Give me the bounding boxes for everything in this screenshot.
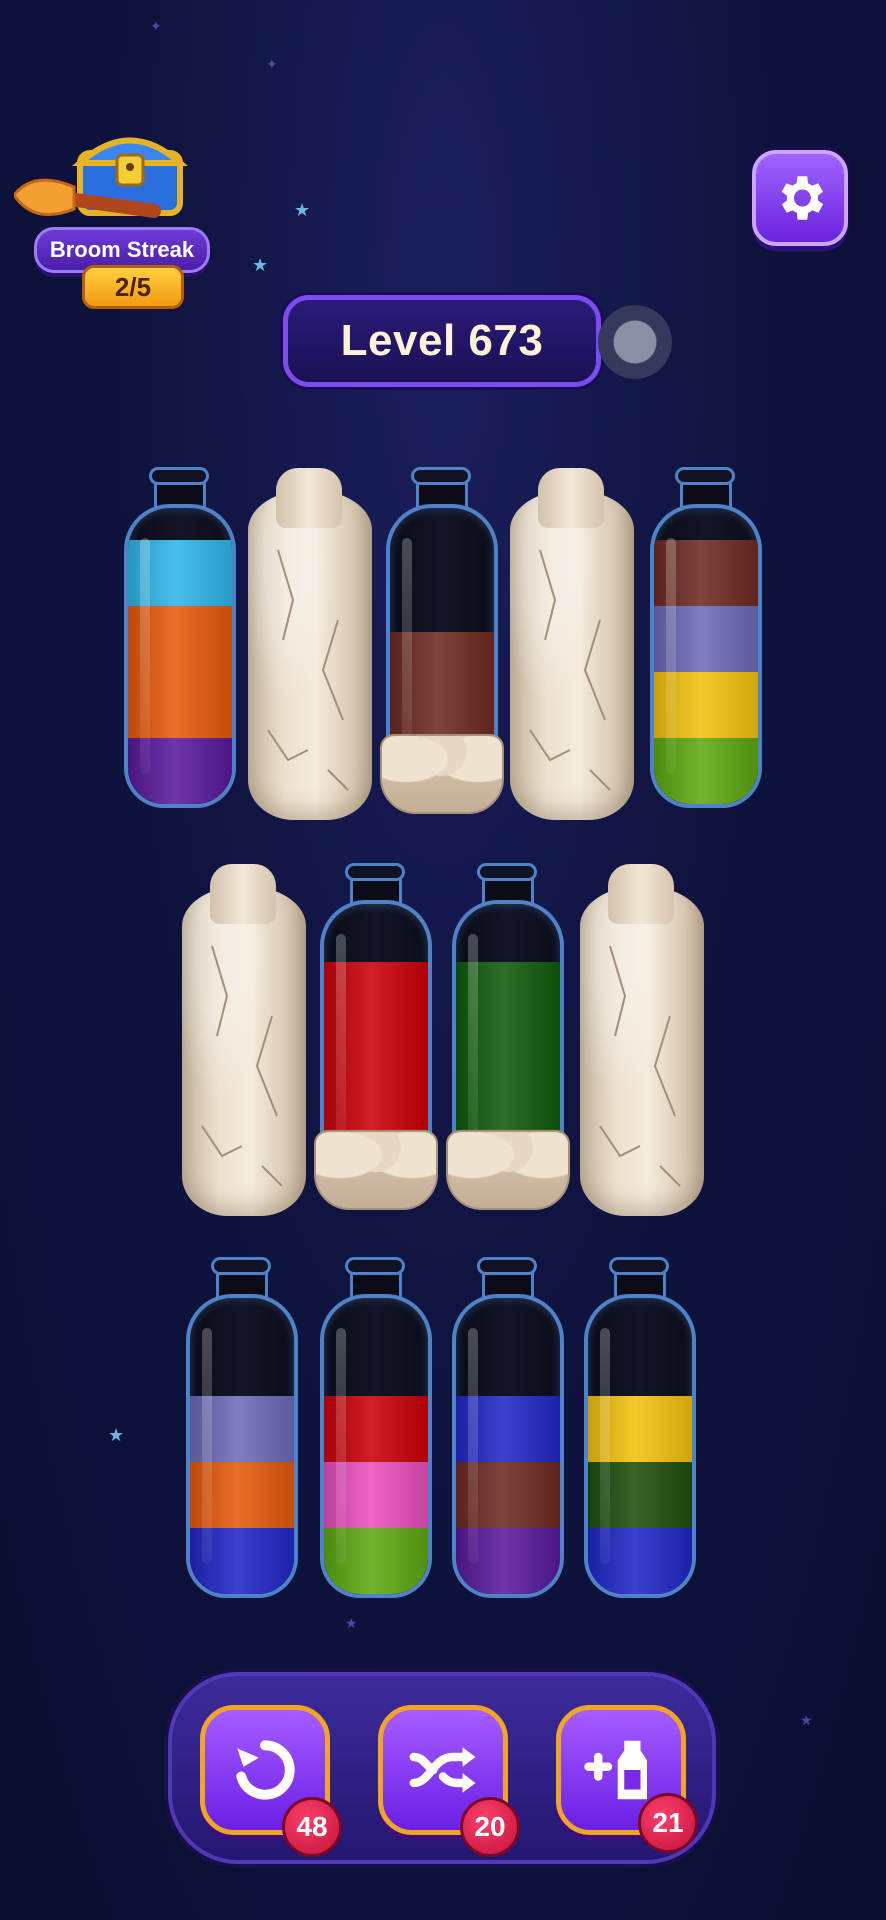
stone-covered-tube <box>182 864 306 1216</box>
stone-covered-tube <box>580 864 704 1216</box>
glass-shine <box>468 1328 478 1564</box>
tube-glass <box>124 504 236 808</box>
tube[interactable] <box>452 1257 564 1598</box>
gear-icon <box>781 176 824 220</box>
add-tube-count-badge: 21 <box>638 1793 698 1853</box>
glass-shine <box>600 1328 610 1564</box>
stone-base <box>446 1130 570 1210</box>
tube[interactable] <box>124 467 236 808</box>
star-icon: ★ <box>800 1712 813 1728</box>
tube-glass <box>452 1294 564 1598</box>
add-bottle-icon <box>584 1740 647 1800</box>
undo-icon <box>236 1740 295 1800</box>
star-icon: ✦ <box>150 18 162 34</box>
glass-shine <box>140 538 150 774</box>
star-icon: ★ <box>108 1425 125 1445</box>
broom-streak-widget[interactable]: Broom Streak 2/5 <box>14 115 214 309</box>
tube-glass <box>186 1294 298 1598</box>
star-icon: ★ <box>252 255 269 275</box>
locked-tube[interactable] <box>446 863 570 1210</box>
shuffle-count-badge: 20 <box>460 1797 520 1857</box>
locked-tube[interactable] <box>314 863 438 1210</box>
glass-shine <box>336 1328 346 1564</box>
tube-glass <box>584 1294 696 1598</box>
tube[interactable] <box>650 467 762 808</box>
settings-button[interactable] <box>752 150 848 246</box>
star-icon: ★ <box>345 1615 358 1631</box>
tube[interactable] <box>584 1257 696 1598</box>
level-indicator-dot <box>598 305 672 379</box>
level-label: Level 673 <box>283 295 601 387</box>
glass-shine <box>666 538 676 774</box>
undo-count-badge: 48 <box>282 1797 342 1857</box>
tube-glass <box>320 1294 432 1598</box>
stone-covered-tube <box>248 468 372 820</box>
locked-tube[interactable] <box>380 467 504 814</box>
glass-shine <box>202 1328 212 1564</box>
shuffle-icon <box>409 1747 476 1793</box>
tube-glass <box>650 504 762 808</box>
star-icon: ✦ <box>266 56 278 72</box>
broom-icon <box>14 178 161 218</box>
stone-base <box>314 1130 438 1210</box>
tube[interactable] <box>186 1257 298 1598</box>
streak-count: 2/5 <box>82 265 184 309</box>
tube[interactable] <box>320 1257 432 1598</box>
star-icon: ★ <box>294 200 311 220</box>
stone-covered-tube <box>510 468 634 820</box>
stone-base <box>380 734 504 814</box>
